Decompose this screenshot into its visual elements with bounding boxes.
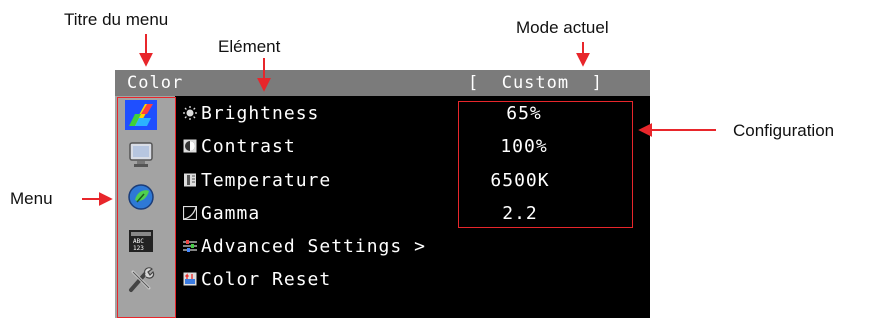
annotation-arrows	[82, 34, 716, 206]
